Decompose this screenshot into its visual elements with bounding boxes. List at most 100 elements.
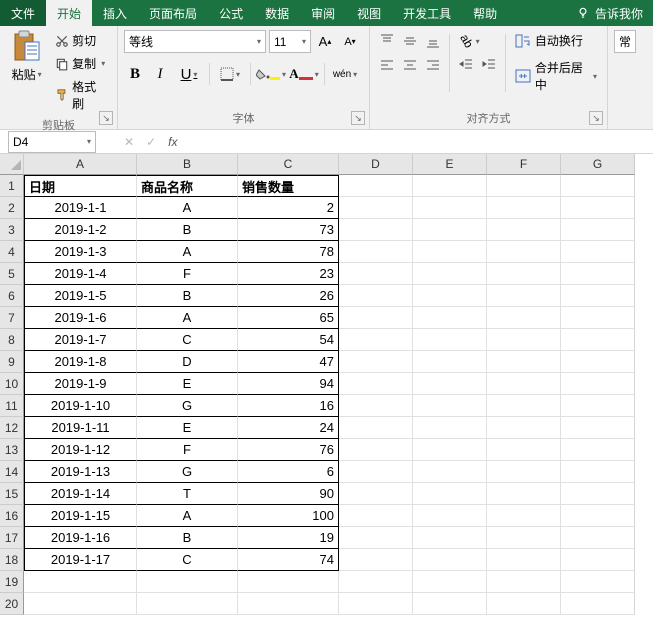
cell[interactable]: 2019-1-17 bbox=[24, 549, 137, 571]
merge-center-button[interactable]: 合并后居中▾ bbox=[511, 57, 601, 95]
cell[interactable] bbox=[339, 439, 413, 461]
col-header-C[interactable]: C bbox=[238, 154, 339, 175]
cell[interactable] bbox=[137, 571, 238, 593]
confirm-formula-icon[interactable]: ✓ bbox=[146, 135, 156, 149]
row-header-16[interactable]: 16 bbox=[0, 505, 24, 527]
copy-button[interactable]: 复制▾ bbox=[51, 53, 111, 74]
cell[interactable]: B bbox=[137, 219, 238, 241]
align-left-button[interactable] bbox=[376, 54, 398, 76]
align-launcher-icon[interactable]: ↘ bbox=[589, 111, 603, 125]
menu-tab-6[interactable]: 视图 bbox=[346, 0, 392, 26]
cell[interactable] bbox=[413, 263, 487, 285]
cancel-formula-icon[interactable]: ✕ bbox=[124, 135, 134, 149]
cell[interactable]: 2019-1-11 bbox=[24, 417, 137, 439]
cell[interactable]: 6 bbox=[238, 461, 339, 483]
cell[interactable] bbox=[561, 175, 635, 197]
cell[interactable]: 2019-1-6 bbox=[24, 307, 137, 329]
cell[interactable]: 26 bbox=[238, 285, 339, 307]
cell[interactable] bbox=[339, 219, 413, 241]
underline-button[interactable]: U▾ bbox=[174, 63, 204, 85]
increase-font-button[interactable]: A▴ bbox=[314, 31, 336, 53]
font-size-select[interactable]: 11▾ bbox=[269, 30, 311, 53]
col-header-A[interactable]: A bbox=[24, 154, 137, 175]
row-header-10[interactable]: 10 bbox=[0, 373, 24, 395]
cell[interactable]: F bbox=[137, 439, 238, 461]
cell[interactable] bbox=[339, 395, 413, 417]
menu-tab-7[interactable]: 开发工具 bbox=[392, 0, 462, 26]
cell[interactable]: D bbox=[137, 351, 238, 373]
cell[interactable]: 16 bbox=[238, 395, 339, 417]
cell[interactable] bbox=[487, 373, 561, 395]
cell[interactable]: 2019-1-4 bbox=[24, 263, 137, 285]
cell[interactable]: 23 bbox=[238, 263, 339, 285]
cell[interactable]: C bbox=[137, 329, 238, 351]
cell[interactable] bbox=[339, 549, 413, 571]
cell[interactable] bbox=[413, 461, 487, 483]
cell[interactable]: 商品名称 bbox=[137, 175, 238, 197]
cell[interactable]: A bbox=[137, 307, 238, 329]
cell[interactable] bbox=[561, 527, 635, 549]
menu-tab-8[interactable]: 帮助 bbox=[462, 0, 508, 26]
col-header-D[interactable]: D bbox=[339, 154, 413, 175]
cell[interactable] bbox=[561, 593, 635, 615]
font-name-select[interactable]: 等线▾ bbox=[124, 30, 266, 53]
cell[interactable]: 销售数量 bbox=[238, 175, 339, 197]
cell[interactable]: 2019-1-3 bbox=[24, 241, 137, 263]
menu-tab-5[interactable]: 审阅 bbox=[300, 0, 346, 26]
cell[interactable] bbox=[561, 329, 635, 351]
paste-button[interactable]: 粘贴▾ bbox=[12, 66, 42, 83]
row-header-9[interactable]: 9 bbox=[0, 351, 24, 373]
cell[interactable] bbox=[339, 285, 413, 307]
cell[interactable]: 78 bbox=[238, 241, 339, 263]
cell[interactable] bbox=[487, 527, 561, 549]
wrap-text-button[interactable]: 自动换行 bbox=[511, 30, 601, 51]
cell[interactable] bbox=[561, 263, 635, 285]
menu-tab-3[interactable]: 公式 bbox=[208, 0, 254, 26]
cell[interactable] bbox=[24, 571, 137, 593]
cell[interactable] bbox=[561, 417, 635, 439]
border-button[interactable]: ▾ bbox=[215, 63, 245, 85]
cell[interactable]: T bbox=[137, 483, 238, 505]
cell[interactable] bbox=[413, 241, 487, 263]
cell[interactable] bbox=[487, 483, 561, 505]
row-header-17[interactable]: 17 bbox=[0, 527, 24, 549]
bold-button[interactable]: B bbox=[124, 63, 146, 85]
cut-button[interactable]: 剪切 bbox=[51, 30, 111, 51]
font-launcher-icon[interactable]: ↘ bbox=[351, 111, 365, 125]
cell[interactable] bbox=[413, 175, 487, 197]
cell[interactable] bbox=[339, 329, 413, 351]
cell[interactable] bbox=[413, 219, 487, 241]
cell[interactable] bbox=[487, 197, 561, 219]
cell[interactable]: 54 bbox=[238, 329, 339, 351]
align-right-button[interactable] bbox=[422, 54, 444, 76]
cell[interactable] bbox=[487, 395, 561, 417]
row-header-20[interactable]: 20 bbox=[0, 593, 24, 615]
cell[interactable]: 2 bbox=[238, 197, 339, 219]
cell[interactable] bbox=[413, 307, 487, 329]
cell[interactable] bbox=[561, 483, 635, 505]
italic-button[interactable]: I bbox=[149, 63, 171, 85]
cell[interactable] bbox=[413, 571, 487, 593]
cell[interactable] bbox=[561, 241, 635, 263]
cell[interactable]: F bbox=[137, 263, 238, 285]
cell[interactable] bbox=[487, 593, 561, 615]
cell[interactable] bbox=[413, 285, 487, 307]
cell[interactable] bbox=[339, 351, 413, 373]
select-all-button[interactable] bbox=[0, 154, 24, 175]
col-header-B[interactable]: B bbox=[137, 154, 238, 175]
row-header-18[interactable]: 18 bbox=[0, 549, 24, 571]
col-header-G[interactable]: G bbox=[561, 154, 635, 175]
cell[interactable]: 94 bbox=[238, 373, 339, 395]
cell[interactable] bbox=[339, 373, 413, 395]
number-format-select[interactable]: 常 bbox=[614, 30, 636, 53]
cell[interactable] bbox=[561, 197, 635, 219]
menu-tab-4[interactable]: 数据 bbox=[254, 0, 300, 26]
cell[interactable] bbox=[339, 417, 413, 439]
clipboard-launcher-icon[interactable]: ↘ bbox=[99, 111, 113, 125]
row-header-15[interactable]: 15 bbox=[0, 483, 24, 505]
cell[interactable] bbox=[487, 351, 561, 373]
cell[interactable] bbox=[561, 461, 635, 483]
cell[interactable]: E bbox=[137, 417, 238, 439]
cell[interactable]: 47 bbox=[238, 351, 339, 373]
menu-tab-1[interactable]: 插入 bbox=[92, 0, 138, 26]
